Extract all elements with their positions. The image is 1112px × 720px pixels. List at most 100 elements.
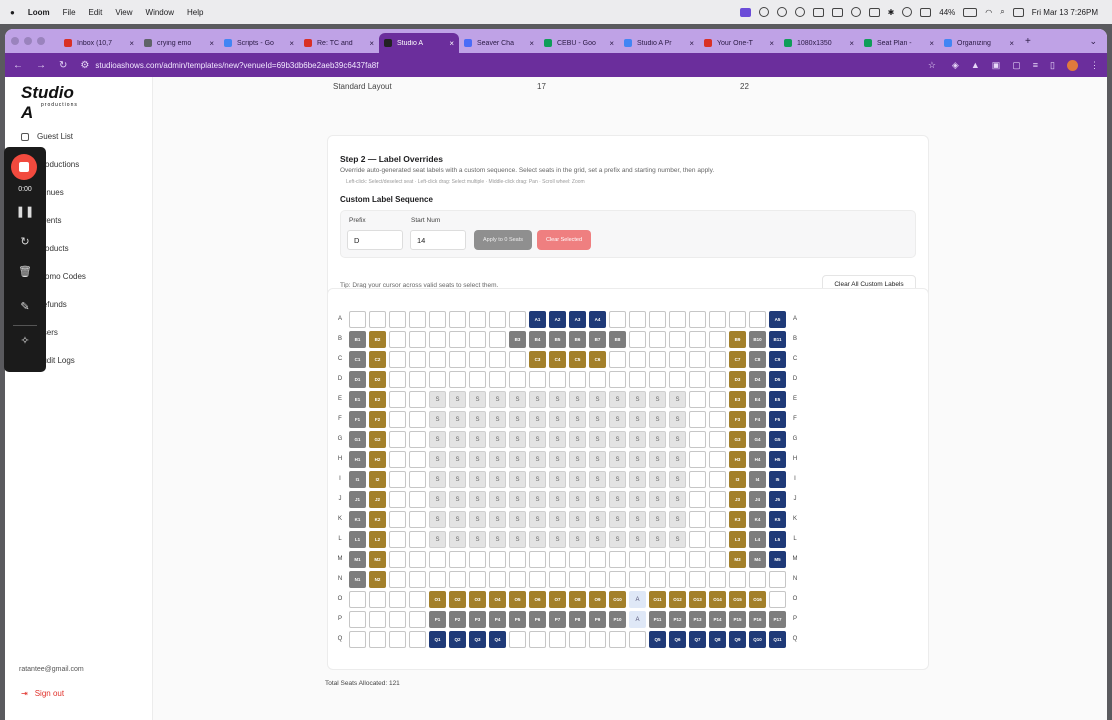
seat[interactable]: S bbox=[649, 471, 666, 488]
seat[interactable]: M2 bbox=[369, 551, 386, 568]
draw-pen-icon[interactable]: ✎ bbox=[4, 300, 46, 313]
seat[interactable] bbox=[409, 531, 426, 548]
seat[interactable]: S bbox=[429, 531, 446, 548]
seat[interactable]: S bbox=[589, 391, 606, 408]
seat[interactable]: O14 bbox=[709, 591, 726, 608]
seat[interactable]: S bbox=[669, 491, 686, 508]
seat[interactable] bbox=[409, 511, 426, 528]
seat[interactable] bbox=[509, 351, 526, 368]
browser-tab[interactable]: Seaver Cha × bbox=[459, 33, 539, 53]
seat[interactable]: O3 bbox=[469, 591, 486, 608]
seat[interactable]: P15 bbox=[729, 611, 746, 628]
new-tab-button[interactable]: + bbox=[1025, 36, 1031, 47]
seat[interactable]: S bbox=[669, 431, 686, 448]
url-field[interactable]: studioashows.com/admin/templates/new?ven… bbox=[95, 61, 915, 70]
seat[interactable]: S bbox=[469, 431, 486, 448]
seat[interactable] bbox=[349, 631, 366, 648]
seat[interactable]: S bbox=[449, 531, 466, 548]
tab-close-icon[interactable]: × bbox=[209, 39, 214, 48]
seat[interactable]: S bbox=[609, 531, 626, 548]
seat[interactable] bbox=[389, 391, 406, 408]
seat[interactable]: O6 bbox=[529, 591, 546, 608]
seat[interactable]: J5 bbox=[769, 491, 786, 508]
seat[interactable]: S bbox=[589, 511, 606, 528]
seat[interactable]: S bbox=[629, 531, 646, 548]
seat[interactable]: S bbox=[549, 491, 566, 508]
seat[interactable] bbox=[389, 571, 406, 588]
seat[interactable] bbox=[769, 571, 786, 588]
seat[interactable] bbox=[389, 311, 406, 328]
seat[interactable]: I2 bbox=[369, 471, 386, 488]
seat[interactable] bbox=[409, 311, 426, 328]
seat[interactable] bbox=[429, 351, 446, 368]
seat[interactable]: A bbox=[629, 591, 646, 608]
seat[interactable]: A5 bbox=[769, 311, 786, 328]
seat[interactable] bbox=[369, 591, 386, 608]
seat[interactable]: S bbox=[669, 471, 686, 488]
browser-tab[interactable]: 1080x1350 × bbox=[779, 33, 859, 53]
seat[interactable]: S bbox=[489, 431, 506, 448]
seat[interactable] bbox=[689, 311, 706, 328]
seat[interactable]: S bbox=[669, 411, 686, 428]
seat[interactable] bbox=[709, 391, 726, 408]
seat[interactable] bbox=[629, 571, 646, 588]
seat[interactable] bbox=[449, 371, 466, 388]
seat[interactable]: K3 bbox=[729, 511, 746, 528]
seat[interactable] bbox=[709, 411, 726, 428]
seat[interactable] bbox=[649, 311, 666, 328]
wifi-icon[interactable]: ◠ bbox=[985, 8, 992, 17]
seat[interactable]: S bbox=[509, 511, 526, 528]
menu-window[interactable]: Window bbox=[146, 8, 174, 17]
seat[interactable] bbox=[429, 571, 446, 588]
extension-3-icon[interactable]: ▣ bbox=[992, 60, 1001, 71]
seat[interactable] bbox=[409, 351, 426, 368]
extension-icon[interactable]: ◈ bbox=[952, 60, 959, 71]
seat[interactable] bbox=[449, 571, 466, 588]
seat[interactable]: C8 bbox=[749, 351, 766, 368]
seat[interactable]: B3 bbox=[509, 331, 526, 348]
play-icon[interactable] bbox=[850, 7, 861, 17]
seat[interactable] bbox=[469, 571, 486, 588]
sidebar-item-guest-list[interactable]: Guest List bbox=[21, 132, 73, 141]
seat[interactable]: S bbox=[549, 411, 566, 428]
seat[interactable]: N2 bbox=[369, 571, 386, 588]
seat[interactable]: S bbox=[629, 471, 646, 488]
seat[interactable]: S bbox=[429, 431, 446, 448]
seat[interactable]: Q1 bbox=[429, 631, 446, 648]
seat[interactable]: S bbox=[449, 491, 466, 508]
input-source-icon[interactable] bbox=[920, 7, 932, 17]
seat[interactable]: S bbox=[629, 451, 646, 468]
tab-close-icon[interactable]: × bbox=[689, 39, 694, 48]
seat[interactable]: S bbox=[609, 431, 626, 448]
seat[interactable] bbox=[389, 551, 406, 568]
cloud-icon[interactable] bbox=[812, 7, 824, 17]
seat[interactable]: P1 bbox=[429, 611, 446, 628]
seat[interactable] bbox=[429, 551, 446, 568]
seat[interactable]: S bbox=[489, 471, 506, 488]
seat[interactable]: A4 bbox=[589, 311, 606, 328]
seat[interactable] bbox=[509, 631, 526, 648]
seat[interactable]: S bbox=[429, 491, 446, 508]
seat[interactable] bbox=[389, 591, 406, 608]
clear-selected-button[interactable]: Clear Selected bbox=[537, 230, 591, 250]
seat[interactable]: S bbox=[549, 531, 566, 548]
seat[interactable]: S bbox=[589, 531, 606, 548]
seat[interactable] bbox=[629, 351, 646, 368]
extensions-puzzle-icon[interactable]: ▢ bbox=[1012, 60, 1021, 71]
seat[interactable]: C1 bbox=[349, 351, 366, 368]
window-minimize-button[interactable] bbox=[24, 37, 32, 45]
seat[interactable] bbox=[749, 571, 766, 588]
seat[interactable]: C3 bbox=[529, 351, 546, 368]
seat[interactable]: S bbox=[469, 471, 486, 488]
stop-recording-button[interactable] bbox=[11, 154, 37, 180]
seat[interactable]: O9 bbox=[589, 591, 606, 608]
seat[interactable] bbox=[669, 311, 686, 328]
seat[interactable]: O15 bbox=[729, 591, 746, 608]
seat[interactable]: S bbox=[669, 531, 686, 548]
seat[interactable]: K4 bbox=[749, 511, 766, 528]
seat[interactable]: S bbox=[629, 511, 646, 528]
seat[interactable] bbox=[469, 371, 486, 388]
tab-close-icon[interactable]: × bbox=[769, 39, 774, 48]
seat[interactable] bbox=[509, 311, 526, 328]
browser-tab[interactable]: Your One-T × bbox=[699, 33, 779, 53]
